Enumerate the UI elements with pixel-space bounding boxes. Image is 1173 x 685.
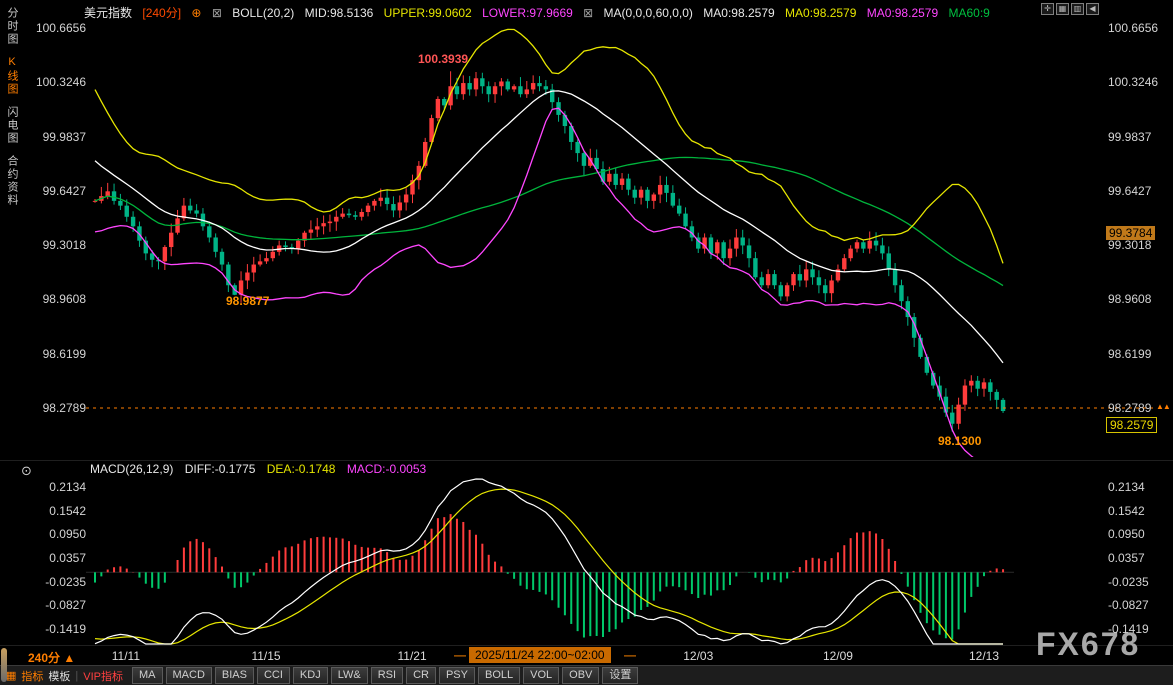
x-axis-label: 12/03 bbox=[683, 649, 713, 663]
ma0-value-2: MA0:98.2579 bbox=[785, 6, 856, 20]
x-axis-label: 12/09 bbox=[823, 649, 853, 663]
boll-lower-value: LOWER:97.9669 bbox=[482, 6, 573, 20]
pane-toggle-icon[interactable]: ⊙ bbox=[21, 464, 32, 477]
settings-button[interactable]: 设置 bbox=[602, 667, 638, 684]
sidebar-tab-contract-info[interactable]: 合约资料 bbox=[4, 155, 20, 207]
tab-vip-indicators[interactable]: VIP指标 bbox=[83, 668, 123, 684]
ma-group-label: MA(0,0,0,60,0,0) bbox=[604, 6, 693, 20]
period-dropdown-icon: ▲ bbox=[63, 651, 75, 665]
selected-range-label: 2025/11/24 22:00~02:00 bbox=[469, 647, 611, 663]
macd-label: MACD(26,12,9) bbox=[90, 462, 173, 476]
left-sidebar: 分时图 K线图 闪电图 合约资料 bbox=[0, 0, 20, 620]
collapse-panel-icon[interactable]: ◀ bbox=[1086, 3, 1099, 15]
x-axis-label: 11/21 bbox=[398, 649, 427, 663]
macd-dea-value: DEA:-0.1748 bbox=[267, 462, 336, 476]
candle-chart-icon[interactable]: ▥ bbox=[1071, 3, 1084, 15]
boll-button[interactable]: BOLL bbox=[478, 667, 520, 684]
time-axis: 240分 ▲ — 2025/11/24 22:00~02:00 — 11/11 1… bbox=[0, 646, 1173, 666]
obv-button[interactable]: OBV bbox=[562, 667, 599, 684]
boll-mid-value: MID:98.5136 bbox=[305, 6, 374, 20]
kdj-button[interactable]: KDJ bbox=[293, 667, 328, 684]
symbol-name: 美元指数 bbox=[84, 6, 132, 20]
tile-windows-icon[interactable]: ✛ bbox=[1041, 3, 1054, 15]
high-price-annotation: 100.3939 bbox=[418, 52, 468, 66]
ma0-value-3: MA0:98.2579 bbox=[867, 6, 938, 20]
macd-button[interactable]: MACD bbox=[166, 667, 212, 684]
rsi-button[interactable]: RSI bbox=[371, 667, 403, 684]
cr-button[interactable]: CR bbox=[406, 667, 436, 684]
last-price-badge: 98.2579 bbox=[1106, 417, 1157, 433]
macd-diff-value: DIFF:-0.1775 bbox=[185, 462, 256, 476]
overlay-toggle-icon[interactable]: ⊕ bbox=[191, 6, 201, 20]
x-axis-label: 12/13 bbox=[969, 649, 999, 663]
low-price-annotation-1: 98.9877 bbox=[226, 294, 269, 308]
ma0-value-1: MA0:98.2579 bbox=[703, 6, 774, 20]
period-indicator[interactable]: 240分 ▲ bbox=[28, 649, 75, 666]
indicator-button-row: MAMACDBIASCCIKDJLW&RSICRPSYBOLLVOLOBV设置 bbox=[132, 667, 638, 684]
range-dash-left: — bbox=[454, 648, 466, 662]
boll-upper-value: UPPER:99.0602 bbox=[384, 6, 472, 20]
sidebar-tab-time-chart[interactable]: 分时图 bbox=[4, 7, 20, 46]
window-controls: ✛ ▦ ▥ ◀ bbox=[1041, 3, 1099, 15]
remove-boll-icon[interactable]: ⊠ bbox=[212, 6, 222, 20]
chart-canvas[interactable] bbox=[0, 0, 1173, 685]
ma60-value: MA60:9 bbox=[948, 6, 989, 20]
boll-label: BOLL(20,2) bbox=[232, 6, 294, 20]
sidebar-tab-kline-chart[interactable]: K线图 bbox=[4, 56, 20, 96]
vol-button[interactable]: VOL bbox=[523, 667, 559, 684]
range-dash-right: — bbox=[624, 648, 636, 662]
period-text: 240分 bbox=[28, 651, 60, 665]
remove-ma-icon[interactable]: ⊠ bbox=[583, 6, 593, 20]
bias-button[interactable]: BIAS bbox=[215, 667, 254, 684]
sidebar-tab-flash-chart[interactable]: 闪电图 bbox=[4, 106, 20, 145]
sidebar-scroll-indicator[interactable] bbox=[1, 648, 7, 682]
indicator-grid-icon[interactable]: ▦ bbox=[6, 669, 16, 682]
toolbar-divider: | bbox=[75, 670, 78, 682]
chart-header: 美元指数 [240分] ⊕ ⊠ BOLL(20,2) MID:98.5136 U… bbox=[84, 4, 997, 21]
price-alert-arrows-icon: ▲▲ bbox=[1156, 402, 1170, 411]
bottom-toolbar: ▦ 指标 模板 | VIP指标 MAMACDBIASCCIKDJLW&RSICR… bbox=[0, 665, 1173, 685]
psy-button[interactable]: PSY bbox=[439, 667, 475, 684]
ma-button[interactable]: MA bbox=[132, 667, 163, 684]
low-price-annotation-2: 98.1300 bbox=[938, 434, 981, 448]
x-axis-label: 11/15 bbox=[251, 649, 280, 663]
lw-button[interactable]: LW& bbox=[331, 667, 368, 684]
macd-header: MACD(26,12,9) DIFF:-0.1775 DEA:-0.1748 M… bbox=[90, 462, 434, 476]
tab-indicators[interactable]: 指标 bbox=[21, 668, 43, 684]
period-badge[interactable]: [240分] bbox=[142, 6, 181, 20]
bar-chart-icon[interactable]: ▦ bbox=[1056, 3, 1069, 15]
trading-app: 分时图 K线图 闪电图 合约资料 美元指数 [240分] ⊕ ⊠ BOLL(20… bbox=[0, 0, 1173, 685]
band-price-badge: 99.3784 bbox=[1106, 226, 1155, 240]
cci-button[interactable]: CCI bbox=[257, 667, 290, 684]
x-axis-label: 11/11 bbox=[112, 649, 140, 663]
tab-templates[interactable]: 模板 bbox=[48, 668, 70, 684]
macd-value: MACD:-0.0053 bbox=[347, 462, 426, 476]
